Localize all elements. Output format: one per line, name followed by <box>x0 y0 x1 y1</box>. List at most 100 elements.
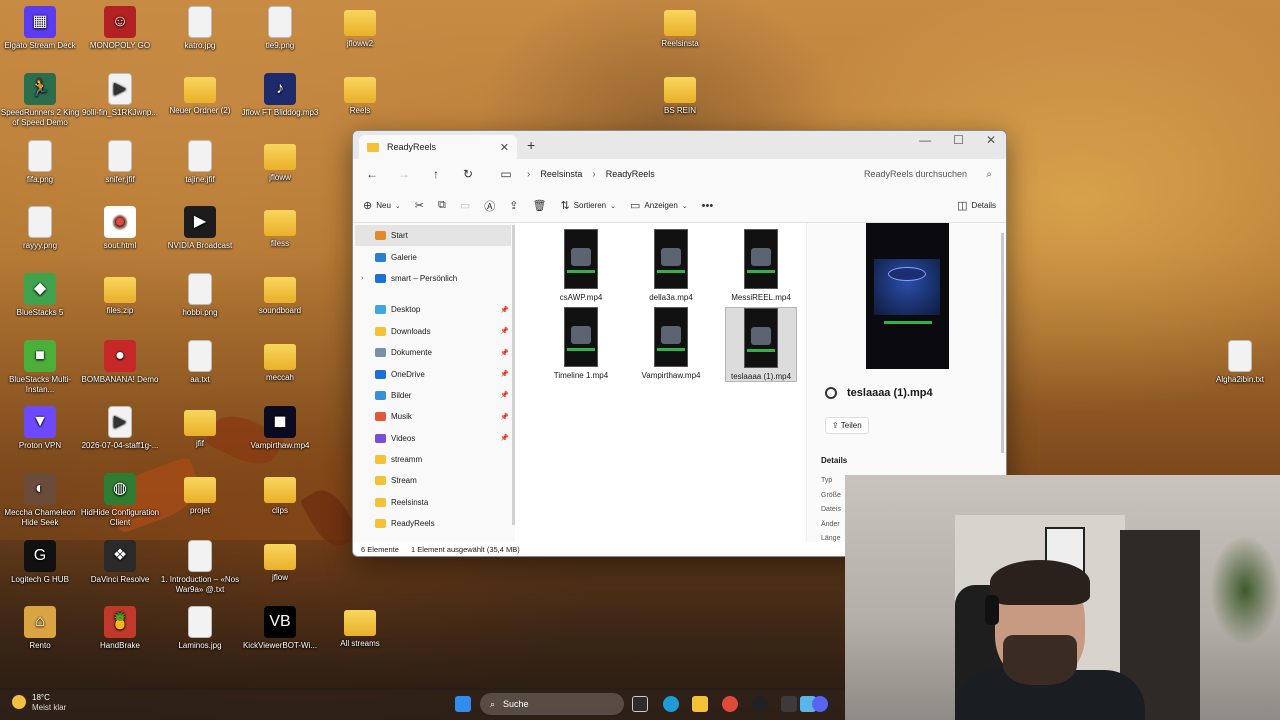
desktop-icon[interactable]: Laminos.jpg <box>160 606 240 651</box>
sort-button[interactable]: ⇅ Sortieren ⌄ <box>560 199 616 212</box>
details-pane-toggle[interactable]: ◫ Details <box>957 199 996 212</box>
view-button[interactable]: ▭ Anzeigen ⌄ <box>630 199 688 212</box>
desktop-icon[interactable]: snifer.jfif <box>80 140 160 185</box>
sidebar-item-reelsinsta[interactable]: Reelsinsta <box>353 492 515 513</box>
sidebar-item-start[interactable]: Start <box>355 225 511 247</box>
back-button[interactable]: ← <box>361 167 383 181</box>
up-button[interactable]: ↑ <box>425 167 447 181</box>
desktop-icon[interactable]: ◉ sout.html <box>80 206 160 251</box>
desktop-icon[interactable]: projet <box>160 473 240 516</box>
tab-readyreels[interactable]: ReadyReels ✕ <box>359 135 517 159</box>
desktop-icon[interactable]: G Logitech G HUB <box>0 540 80 585</box>
sidebar-item-musik[interactable]: Musik 📌 <box>353 406 515 427</box>
desktop-icon[interactable]: hobbi.png <box>160 273 240 318</box>
new-button[interactable]: ⊕ Neu ⌄ <box>363 199 401 212</box>
file-item[interactable]: MessiREEL.mp4 <box>725 229 797 302</box>
davinci-icon[interactable] <box>781 696 797 712</box>
sidebar-item-galerie[interactable]: Galerie <box>353 246 515 267</box>
desktop-icon[interactable]: ▦ Elgato Stream Deck <box>0 6 80 51</box>
desktop-icon[interactable]: Reelsinsta <box>640 6 720 49</box>
breadcrumb-item-reelsinsta[interactable]: Reelsinsta <box>540 169 582 179</box>
desktop-icon[interactable]: ▼ Proton VPN <box>0 406 80 451</box>
sidebar-item-downloads[interactable]: Downloads 📌 <box>353 321 515 342</box>
share-button[interactable]: ⇪ Teilen <box>825 417 869 434</box>
desktop-icon[interactable]: 🍍 HandBrake <box>80 606 160 651</box>
new-tab-button[interactable]: + <box>527 137 535 153</box>
desktop-icon[interactable]: ▶ 2026-07-04-staff1g-... <box>80 406 160 451</box>
sidebar-item-desktop[interactable]: Desktop 📌 <box>353 299 515 320</box>
desktop-icon[interactable]: ▶ NVIDIA Broadcast <box>160 206 240 251</box>
desktop-icon[interactable]: VB KickViewerBOT-Wi... <box>240 606 320 651</box>
desktop-icon[interactable]: ◼ Vampirthaw.mp4 <box>240 406 320 451</box>
file-item[interactable]: Timeline 1.mp4 <box>545 307 617 380</box>
desktop-icon[interactable]: ♪ Jflow FT Bliddog.mp3 <box>240 73 320 118</box>
obs-icon[interactable] <box>752 696 768 712</box>
desktop-icon[interactable]: ◐ Meccha Chameleon Hide Seek <box>0 473 80 528</box>
file-item[interactable]: teslaaaa (1).mp4 <box>725 307 797 382</box>
desktop-icon[interactable]: aa.txt <box>160 340 240 385</box>
close-button[interactable]: ✕ <box>986 133 996 147</box>
chrome-icon[interactable] <box>722 696 738 712</box>
desktop-icon[interactable]: Reels <box>320 73 400 116</box>
desktop-icon[interactable]: ● BOMBANANA! Demo <box>80 340 160 385</box>
more-options-button[interactable]: ••• <box>702 200 714 212</box>
desktop-icon[interactable]: ☺ MONOPOLY GO <box>80 6 160 51</box>
desktop-icon[interactable]: ⌂ Rento <box>0 606 80 651</box>
desktop-icon[interactable]: soundboard <box>240 273 320 316</box>
desktop-icon[interactable]: ❖ DaVinci Resolve <box>80 540 160 585</box>
desktop-icon[interactable]: clips <box>240 473 320 516</box>
sidebar-item-onedrive[interactable]: OneDrive 📌 <box>353 363 515 384</box>
edge-icon[interactable] <box>663 696 679 712</box>
desktop-icon[interactable]: katro.jpg <box>160 6 240 51</box>
file-item[interactable]: csAWP.mp4 <box>545 229 617 302</box>
sidebar-item-videos[interactable]: Videos 📌 <box>353 428 515 449</box>
sidebar-item-stream[interactable]: Stream <box>353 470 515 491</box>
rename-button[interactable]: Ⓐ <box>484 198 495 214</box>
delete-button[interactable]: 🗑 <box>532 199 546 212</box>
file-item[interactable]: Vampirthaw.mp4 <box>635 307 707 380</box>
sidebar-item-smart-pers-nlich[interactable]: › smart – Persönlich <box>353 268 515 289</box>
sidebar-item-readyreels[interactable]: ReadyReels <box>353 513 515 534</box>
sidebar-item-streamm[interactable]: streamm <box>353 449 515 470</box>
file-explorer-icon[interactable] <box>692 696 708 712</box>
paste-button[interactable]: ▭ <box>460 199 470 212</box>
details-scrollbar[interactable] <box>1001 233 1004 453</box>
this-pc-icon[interactable]: ▭ <box>495 167 517 181</box>
maximize-button[interactable]: ☐ <box>953 133 964 147</box>
minimize-button[interactable]: — <box>919 133 931 147</box>
desktop-icon[interactable]: Algha2ibin.txt <box>1200 340 1280 385</box>
desktop-icon[interactable]: files.zip <box>80 273 160 316</box>
refresh-button[interactable]: ↻ <box>457 167 479 181</box>
desktop-icon[interactable]: BS REIN <box>640 73 720 116</box>
file-item[interactable]: della3a.mp4 <box>635 229 707 302</box>
discord-icon[interactable] <box>812 696 828 712</box>
breadcrumb[interactable]: ▭ › Reelsinsta › ReadyReels <box>495 167 825 181</box>
desktop-icon[interactable]: jfif <box>160 406 240 449</box>
desktop-icon[interactable]: tajine.jfif <box>160 140 240 185</box>
copy-button[interactable]: ⧉ <box>438 199 446 212</box>
desktop-icon[interactable]: meccah <box>240 340 320 383</box>
desktop-icon[interactable]: rayyy.png <box>0 206 80 251</box>
desktop-icon[interactable]: 🏃 SpeedRunners 2 King of Speed Demo <box>0 73 80 128</box>
desktop-icon[interactable]: jfloww <box>240 140 320 183</box>
desktop-icon[interactable]: ◍ HidHide Configuration Client <box>80 473 160 528</box>
desktop-icon[interactable]: filess <box>240 206 320 249</box>
desktop-icon[interactable]: tle9.png <box>240 6 320 51</box>
forward-button[interactable]: → <box>393 167 415 181</box>
weather-widget[interactable]: 18°C Meist klar <box>12 693 66 713</box>
desktop-icon[interactable]: fifa.png <box>0 140 80 185</box>
share-button[interactable]: ⇪ <box>509 199 518 212</box>
tab-close-icon[interactable]: ✕ <box>500 141 509 154</box>
desktop-icon[interactable]: ▶ 9olli-fin_S1RKJwnp... <box>80 73 160 118</box>
desktop-icon[interactable]: All streams <box>320 606 400 649</box>
taskbar-search[interactable]: ⌕ Suche <box>480 693 624 715</box>
desktop-icon[interactable]: 1. Introduction – «Nos War9a» @.txt <box>160 540 240 595</box>
search-input[interactable]: ReadyReels durchsuchen ⌕ <box>858 163 998 185</box>
start-button-icon[interactable] <box>455 696 471 712</box>
desktop-icon[interactable]: jflow <box>240 540 320 583</box>
desktop-icon[interactable]: Neuer Ordner (2) <box>160 73 240 116</box>
sidebar-item-dokumente[interactable]: Dokumente 📌 <box>353 342 515 363</box>
cut-button[interactable]: ✂ <box>415 199 424 212</box>
desktop-icon[interactable]: jfloww2 <box>320 6 400 49</box>
desktop-icon[interactable]: ◆ BlueStacks 5 <box>0 273 80 318</box>
